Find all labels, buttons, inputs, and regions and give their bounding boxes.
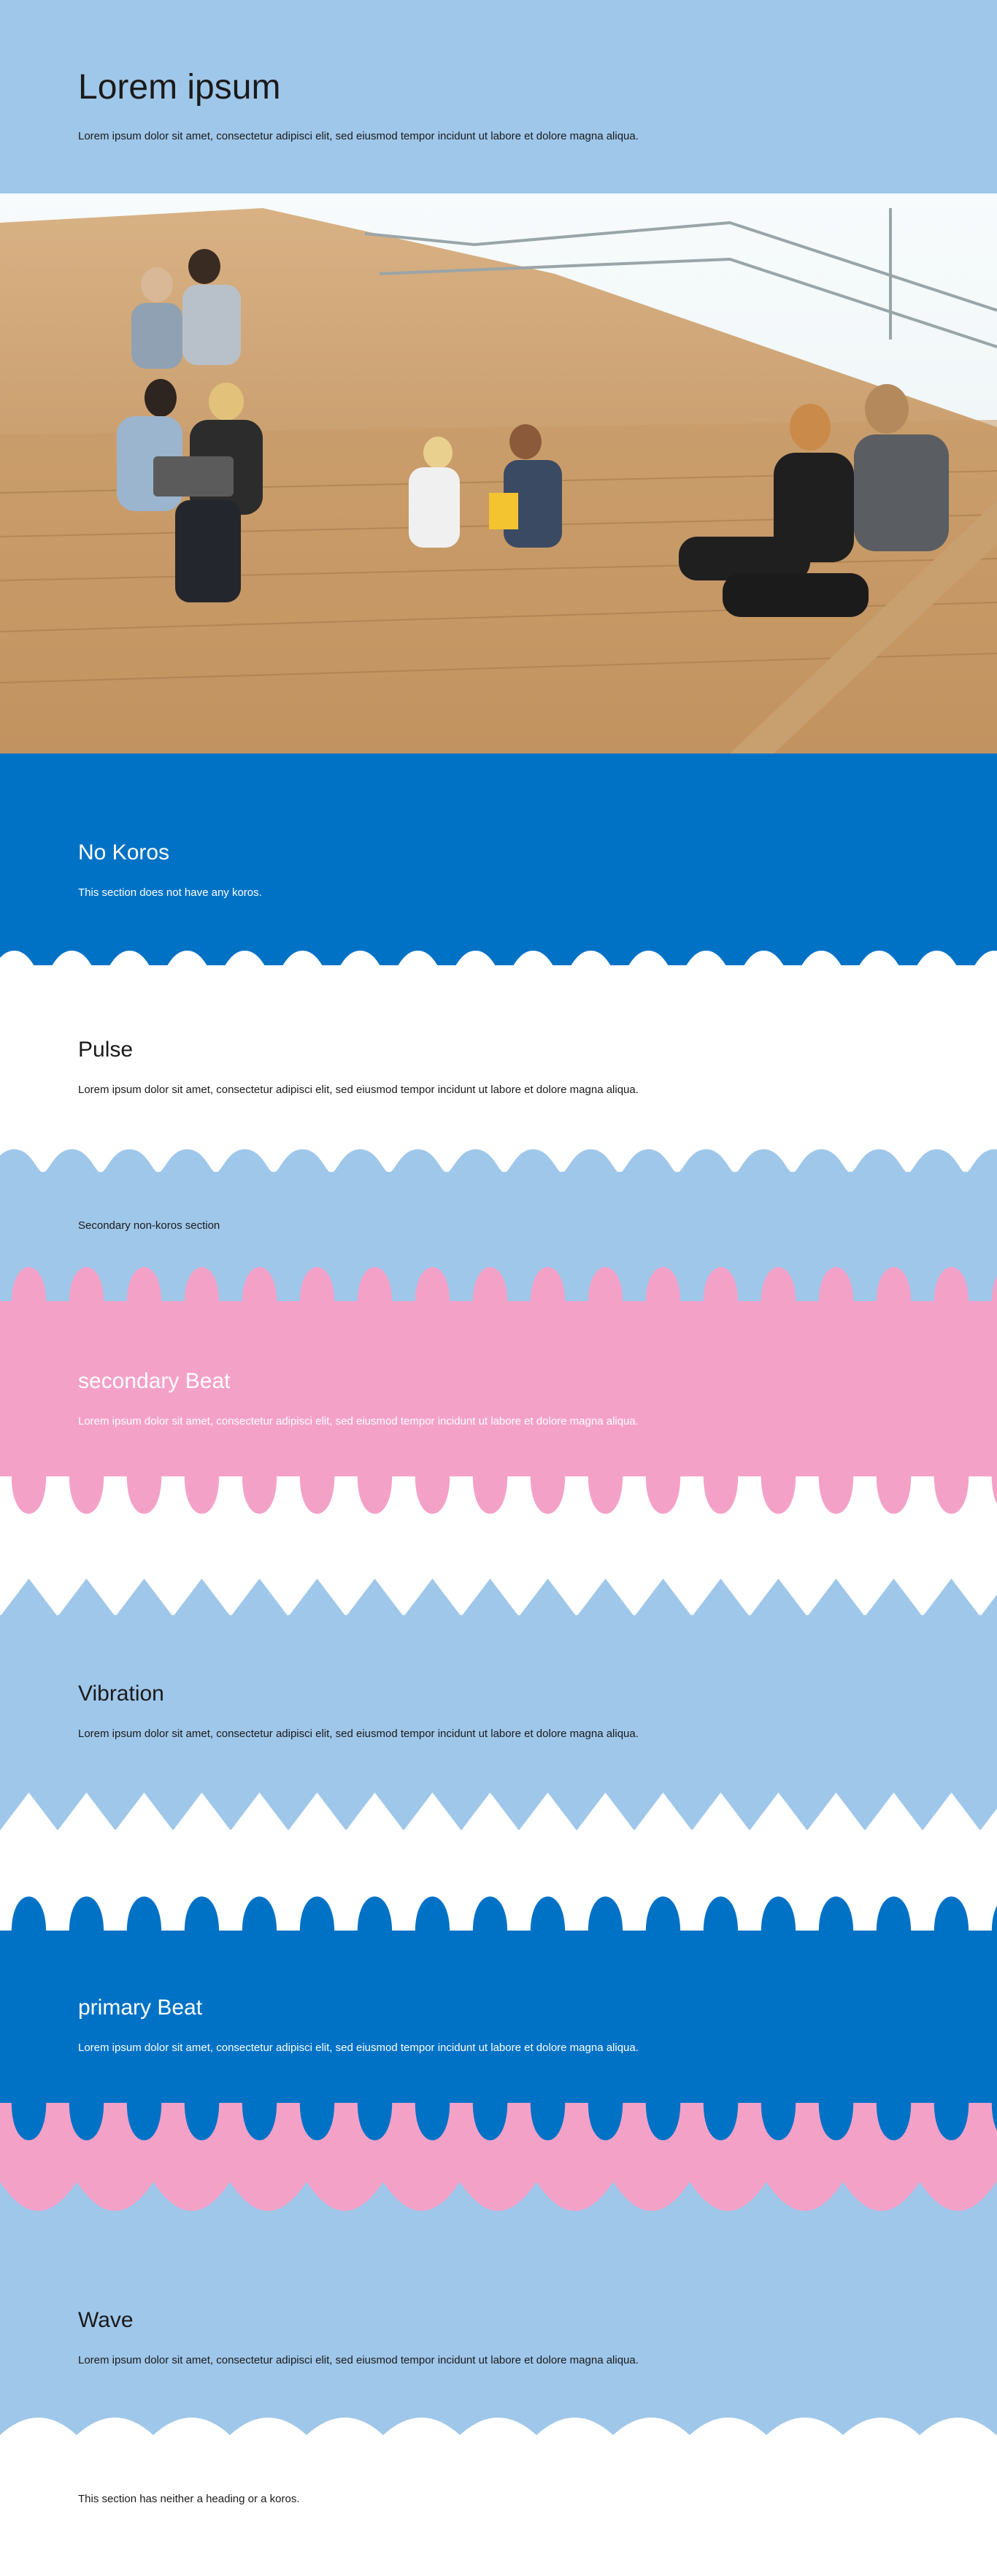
wave-koros-bottom <box>0 2413 997 2442</box>
secondary-non-koros-section <box>0 1172 997 1252</box>
wave-text: Lorem ipsum dolor sit amet, consectetur … <box>78 2354 639 2366</box>
spacer-white <box>0 1532 997 1579</box>
pulse-koros-top <box>0 951 997 977</box>
hero-title: Lorem ipsum <box>78 68 281 107</box>
pulse-koros-bottom <box>0 1149 997 1173</box>
secondary-non-koros-text: Secondary non-koros section <box>78 1219 220 1232</box>
primary-beat-text: Lorem ipsum dolor sit amet, consectetur … <box>78 2042 639 2054</box>
hero-text: Lorem ipsum dolor sit amet, consectetur … <box>78 130 639 142</box>
pink-strip <box>0 2154 997 2183</box>
primary-beat-koros-top <box>0 1879 997 1932</box>
secondary-non-koros-content: Secondary non-koros section <box>78 1218 881 1234</box>
pulse-content: Pulse Lorem ipsum dolor sit amet, consec… <box>78 1037 881 1098</box>
pulse-text: Lorem ipsum dolor sit amet, consectetur … <box>78 1084 639 1096</box>
hero-photo-illustration <box>0 193 997 754</box>
primary-beat-koros-bottom <box>0 2103 997 2155</box>
vibration-koros-top <box>0 1579 997 1617</box>
no-koros-content: No Koros This section does not have any … <box>78 840 881 901</box>
no-heading-section <box>0 2442 997 2576</box>
no-heading-text: This section has neither a heading or a … <box>78 2493 300 2505</box>
primary-beat-title: primary Beat <box>78 1996 203 2020</box>
wave-content: Wave Lorem ipsum dolor sit amet, consect… <box>78 2307 881 2369</box>
vibration-title: Vibration <box>78 1682 164 1706</box>
vibration-text: Lorem ipsum dolor sit amet, consectetur … <box>78 1728 639 1740</box>
secondary-beat-content: secondary Beat Lorem ipsum dolor sit ame… <box>78 1368 881 1430</box>
pulse-title: Pulse <box>78 1038 134 1062</box>
no-heading-content: This section has neither a heading or a … <box>78 2491 881 2507</box>
vibration-content: Vibration Lorem ipsum dolor sit amet, co… <box>78 1681 881 1742</box>
secondary-beat-koros-top <box>0 1250 997 1303</box>
no-koros-title: No Koros <box>78 840 170 865</box>
wave-title: Wave <box>78 2308 134 2332</box>
secondary-beat-title: secondary Beat <box>78 1369 231 1393</box>
hero-image <box>0 193 997 754</box>
hero-content: Lorem ipsum Lorem ipsum dolor sit amet, … <box>78 67 881 145</box>
secondary-beat-koros-bottom <box>0 1476 997 1532</box>
vibration-koros-bottom <box>0 1793 997 1831</box>
primary-beat-content: primary Beat Lorem ipsum dolor sit amet,… <box>78 1995 881 2056</box>
spacer-white-2 <box>0 1830 997 1879</box>
secondary-beat-text: Lorem ipsum dolor sit amet, consectetur … <box>78 1415 639 1427</box>
hero-wave-koros <box>0 191 997 209</box>
wave-koros-top <box>0 2182 997 2243</box>
no-koros-text: This section does not have any koros. <box>78 886 262 899</box>
